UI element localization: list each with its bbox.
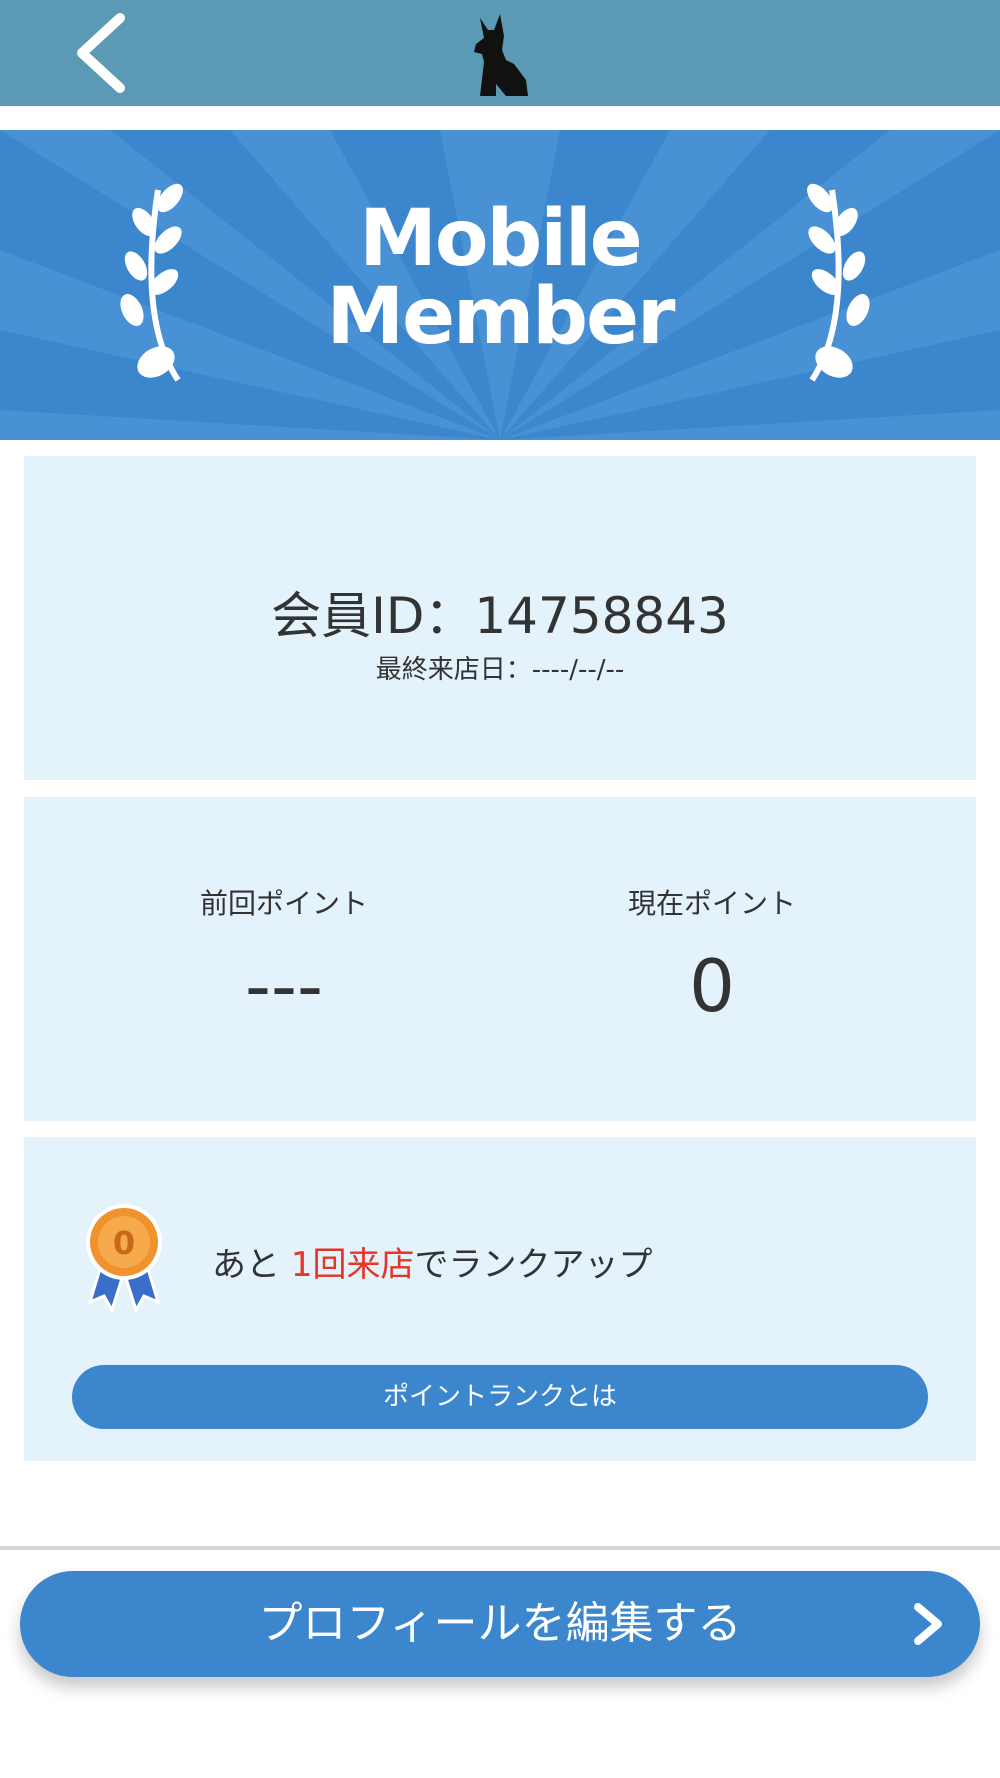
back-button[interactable] bbox=[62, 8, 142, 98]
previous-points-value: --- bbox=[245, 944, 323, 1028]
point-rank-info-button[interactable]: ポイントランクとは bbox=[72, 1365, 928, 1429]
dog-silhouette-icon bbox=[474, 14, 528, 96]
rank-text-highlight: 1回来店 bbox=[290, 1245, 415, 1285]
chevron-left-icon bbox=[77, 13, 125, 93]
membership-banner: Mobile Member bbox=[0, 130, 1000, 440]
member-id: 会員ID：14758843 bbox=[271, 587, 729, 645]
previous-points: 前回ポイント --- bbox=[134, 882, 434, 1028]
bronze-medal-icon: 0 bbox=[86, 1204, 162, 1312]
current-points: 現在ポイント 0 bbox=[562, 882, 862, 1028]
current-points-label: 現在ポイント bbox=[627, 887, 796, 920]
edit-profile-label: プロフィールを編集する bbox=[258, 1598, 742, 1649]
current-points-value: 0 bbox=[689, 944, 735, 1028]
rank-up-message: あと 1回来店でランクアップ bbox=[212, 1237, 652, 1286]
previous-points-label: 前回ポイント bbox=[199, 887, 368, 920]
rank-panel: 0 あと 1回来店でランクアップ ポイントランクとは bbox=[24, 1137, 976, 1461]
edit-profile-button[interactable]: プロフィールを編集する bbox=[20, 1571, 980, 1677]
divider bbox=[0, 1546, 1000, 1550]
member-id-panel: 会員ID：14758843 最終来店日：----/--/-- bbox=[24, 456, 976, 780]
top-bar bbox=[0, 0, 1000, 106]
rank-text-suffix: でランクアップ bbox=[414, 1245, 653, 1285]
laurel-icon bbox=[807, 183, 870, 382]
chevron-right-icon bbox=[914, 1603, 942, 1645]
last-visit-date: 最終来店日：----/--/-- bbox=[375, 655, 625, 685]
points-panel: 前回ポイント --- 現在ポイント 0 bbox=[24, 797, 976, 1121]
rank-text-prefix: あと bbox=[212, 1245, 291, 1285]
medal-number: 0 bbox=[113, 1224, 135, 1262]
